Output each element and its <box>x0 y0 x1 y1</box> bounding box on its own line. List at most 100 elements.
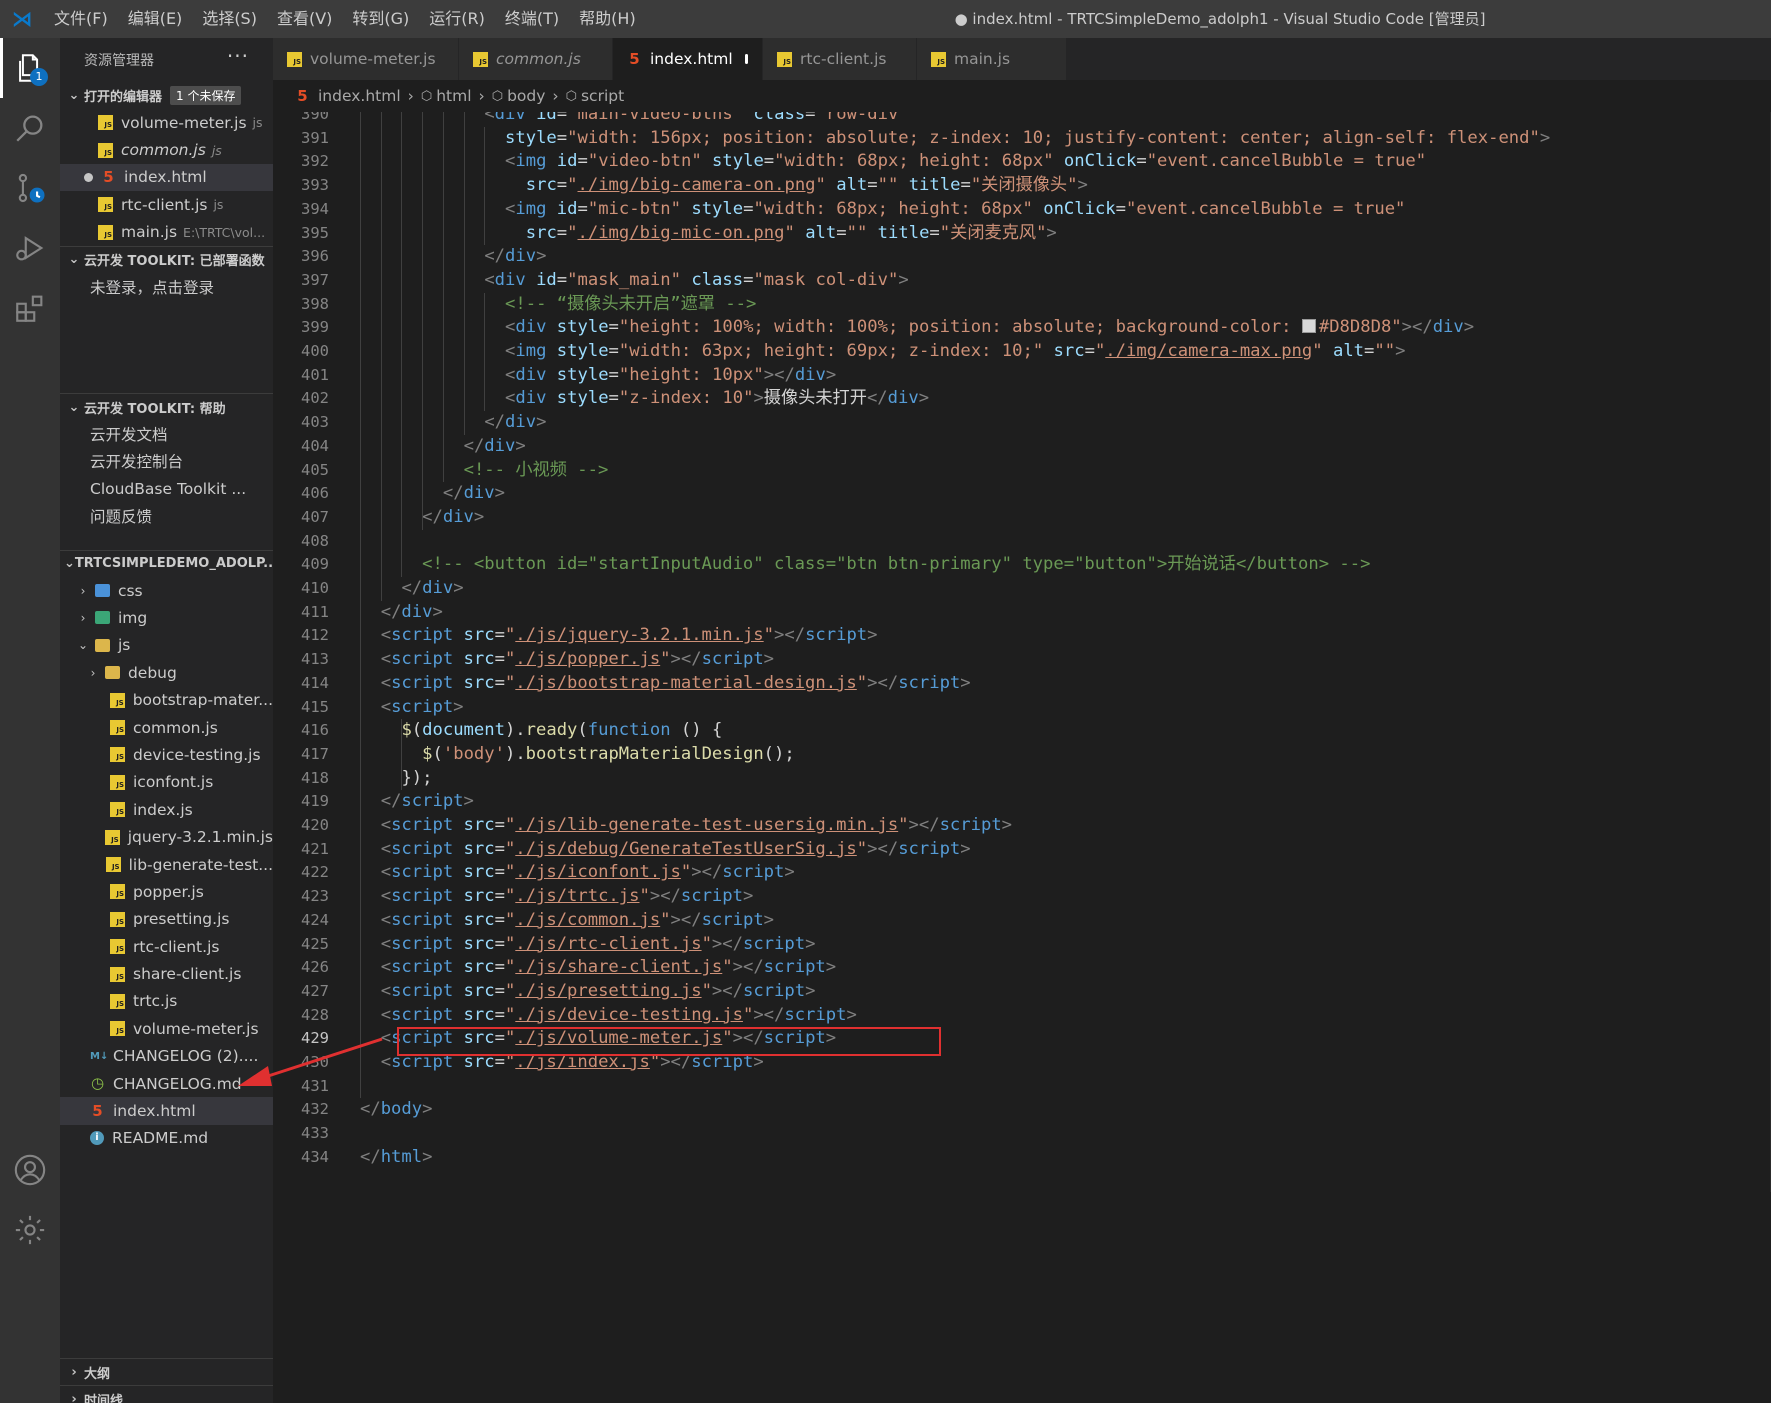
tree-item[interactable]: 5 index.html <box>60 1097 273 1125</box>
menu-item[interactable]: 查看(V) <box>267 0 342 38</box>
code-line[interactable]: <div style="z-index: 10">摄像头未打开</div> <box>505 387 929 411</box>
tree-item[interactable]: JS iconfont.js <box>60 769 273 796</box>
open-editor-item[interactable]: JS common.js js <box>60 136 273 163</box>
code-line[interactable]: <div id="main-video-btns" class="row-div… <box>484 112 908 127</box>
code-line[interactable]: <script src="./js/iconfont.js"></script> <box>381 861 795 885</box>
code-line[interactable]: <!-- 小视频 --> <box>464 459 609 483</box>
menu-item[interactable]: 文件(F) <box>44 0 118 38</box>
search-icon[interactable] <box>0 98 60 158</box>
breadcrumb-item[interactable]: html <box>436 87 471 105</box>
open-editor-item[interactable]: JS rtc-client.js js <box>60 191 273 218</box>
code-line[interactable]: <!-- “摄像头未开启”遮罩 --> <box>505 293 756 317</box>
editor-tab[interactable]: JS rtc-client.js <box>763 38 917 80</box>
code-line[interactable]: <script> <box>381 696 464 720</box>
run-debug-icon[interactable] <box>0 218 60 278</box>
code-line[interactable]: $(document).ready(function () { <box>401 719 722 743</box>
code-line[interactable]: <script src="./js/jquery-3.2.1.min.js"><… <box>381 624 878 648</box>
tree-item[interactable]: i README.md <box>60 1125 273 1152</box>
menu-item[interactable]: 终端(T) <box>495 0 569 38</box>
code-line[interactable]: </div> <box>381 601 443 625</box>
open-editor-item[interactable]: JS volume-meter.js js <box>60 109 273 136</box>
code-line[interactable]: }); <box>401 767 432 791</box>
breadcrumb-item[interactable]: script <box>581 87 624 105</box>
tree-item[interactable]: JS common.js <box>60 714 273 741</box>
menu-item[interactable]: 帮助(H) <box>569 0 646 38</box>
code-line[interactable]: <script src="./js/presetting.js"></scrip… <box>381 980 816 1004</box>
code-line[interactable]: <div style="height: 10px"></div> <box>505 364 836 388</box>
breadcrumb-item[interactable]: body <box>507 87 545 105</box>
timeline-section[interactable]: › 时间线 <box>60 1385 273 1403</box>
menu-item[interactable]: 运行(R) <box>419 0 495 38</box>
tree-item[interactable]: ⌄ js <box>60 632 273 659</box>
code-line[interactable]: </div> <box>401 577 463 601</box>
code-line[interactable]: <div id="mask_main" class="mask col-div"… <box>484 269 908 293</box>
open-editors-section[interactable]: ⌄ 打开的编辑器 1 个未保存 <box>60 82 273 109</box>
help-link[interactable]: 问题反馈 <box>60 503 273 530</box>
tree-item[interactable]: JS device-testing.js <box>60 741 273 768</box>
code-line[interactable]: <!-- <button id="startInputAudio" class=… <box>422 553 1370 577</box>
open-editor-item[interactable]: JS main.js E:\TRTC\vol... <box>60 219 273 246</box>
help-link[interactable]: 云开发文档 <box>60 420 273 447</box>
code-line[interactable]: $('body').bootstrapMaterialDesign(); <box>422 743 795 767</box>
tree-item[interactable]: › img <box>60 604 273 631</box>
menu-item[interactable]: 选择(S) <box>192 0 267 38</box>
more-actions-icon[interactable]: ··· <box>227 44 249 68</box>
help-link[interactable]: 云开发控制台 <box>60 448 273 475</box>
code-line[interactable]: <script src="./js/lib-generate-test-user… <box>381 814 1012 838</box>
settings-gear-icon[interactable] <box>0 1200 60 1260</box>
project-section[interactable]: ⌄ TRTCSIMPLEDEMO_ADOLP... <box>60 549 273 577</box>
code-line[interactable]: <script src="./js/trtc.js"></script> <box>381 885 754 909</box>
code-line[interactable]: </script> <box>381 790 474 814</box>
code-line[interactable]: <script src="./js/popper.js"></script> <box>381 648 774 672</box>
breadcrumb-item[interactable]: index.html <box>318 87 401 105</box>
tree-item[interactable]: JS bootstrap-mater... <box>60 686 273 713</box>
account-icon[interactable] <box>0 1140 60 1200</box>
editor-tab[interactable]: JS volume-meter.js <box>273 38 459 80</box>
code-line[interactable]: style="width: 156px; position: absolute;… <box>505 127 1550 151</box>
tree-item[interactable]: JS trtc.js <box>60 988 273 1015</box>
code-line[interactable]: <div style="height: 100%; width: 100%; p… <box>505 316 1474 340</box>
tree-item[interactable]: M↓ CHANGELOG (2).... <box>60 1043 273 1070</box>
code-line[interactable]: <script src="./js/bootstrap-material-des… <box>381 672 971 696</box>
tree-item[interactable]: JS presetting.js <box>60 906 273 933</box>
menu-item[interactable]: 转到(G) <box>342 0 419 38</box>
code-line[interactable]: </body> <box>360 1098 432 1122</box>
tree-item[interactable]: › css <box>60 577 273 604</box>
editor-tab[interactable]: JS main.js <box>917 38 1067 80</box>
code-line[interactable]: <script src="./js/debug/GenerateTestUser… <box>381 838 971 862</box>
toolkit-help-section[interactable]: ⌄ 云开发 TOOLKIT: 帮助 <box>60 393 273 420</box>
tree-item[interactable]: ◷ CHANGELOG.md <box>60 1070 273 1097</box>
toolkit-deployed-section[interactable]: ⌄ 云开发 TOOLKIT: 已部署函数 <box>60 245 273 273</box>
login-link[interactable]: 未登录，点击登录 <box>60 273 273 300</box>
tree-item[interactable]: JS index.js <box>60 796 273 823</box>
tree-item[interactable]: JS rtc-client.js <box>60 933 273 960</box>
code-line[interactable]: <script src="./js/share-client.js"></scr… <box>381 956 836 980</box>
explorer-icon[interactable]: 1 <box>0 38 60 98</box>
code-line[interactable]: <script src="./js/rtc-client.js"></scrip… <box>381 933 816 957</box>
code-line[interactable]: </div> <box>484 245 546 269</box>
extensions-icon[interactable] <box>0 278 60 338</box>
code-line[interactable]: <script src="./js/device-testing.js"></s… <box>381 1004 857 1028</box>
editor-tab[interactable]: JS common.js <box>459 38 613 80</box>
code-line[interactable]: src="./img/big-mic-on.png" alt="" title=… <box>526 222 1057 246</box>
code-line[interactable]: </div> <box>464 435 526 459</box>
code-line[interactable]: <img id="video-btn" style="width: 68px; … <box>505 150 1426 174</box>
tree-item[interactable]: JS jquery-3.2.1.min.js <box>60 823 273 850</box>
code-line[interactable]: <script src="./js/common.js"></script> <box>381 909 774 933</box>
editor-tab[interactable]: 5 index.html <box>613 38 763 80</box>
menu-item[interactable]: 编辑(E) <box>118 0 193 38</box>
code-line[interactable]: <img id="mic-btn" style="width: 68px; he… <box>505 198 1405 222</box>
code-line[interactable]: </html> <box>360 1146 432 1170</box>
tree-item[interactable]: JS lib-generate-test... <box>60 851 273 878</box>
code-line[interactable]: </div> <box>443 482 505 506</box>
tree-item[interactable]: › debug <box>60 659 273 686</box>
source-control-icon[interactable] <box>0 158 60 218</box>
code-line[interactable]: <img style="width: 63px; height: 69px; z… <box>505 340 1405 364</box>
outline-section[interactable]: › 大纲 <box>60 1358 273 1385</box>
unsaved-dot-icon[interactable] <box>744 54 748 64</box>
tree-item[interactable]: JS volume-meter.js <box>60 1015 273 1042</box>
open-editor-item[interactable]: 5 index.html <box>60 163 273 192</box>
help-link[interactable]: CloudBase Toolkit ... <box>60 475 273 502</box>
code-line[interactable]: </div> <box>484 411 546 435</box>
tree-item[interactable]: JS share-client.js <box>60 960 273 987</box>
